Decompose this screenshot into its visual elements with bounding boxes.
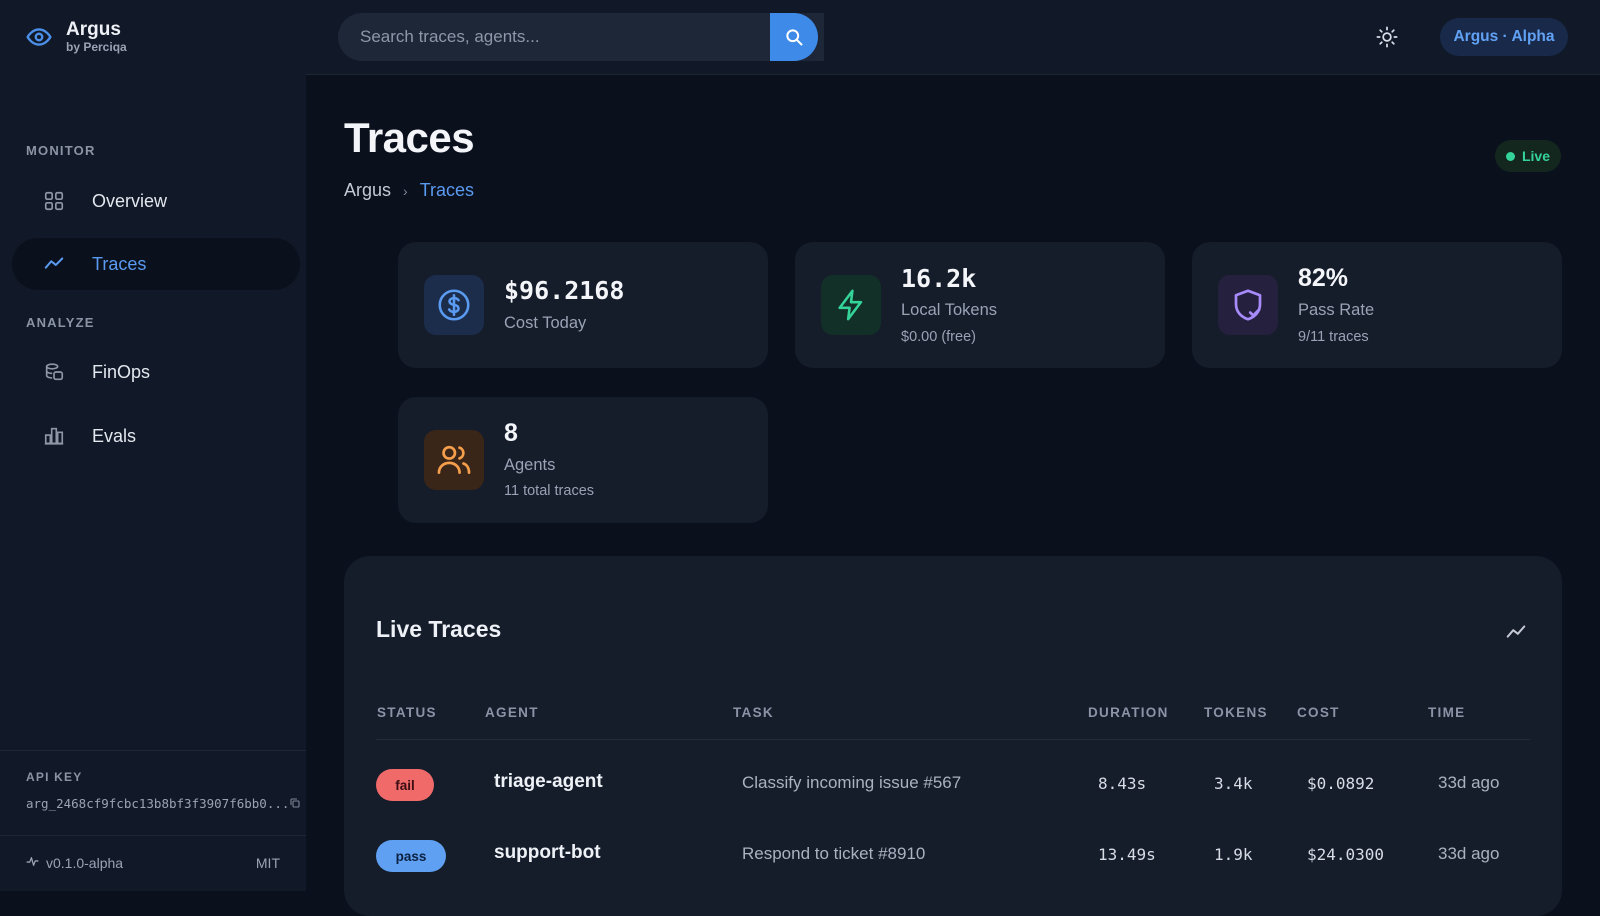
stat-sub: 9/11 traces: [1298, 329, 1369, 345]
pulse-icon: [26, 855, 39, 871]
users-icon: [424, 430, 484, 490]
column-header-time[interactable]: TIME: [1428, 705, 1465, 720]
column-header-task[interactable]: TASK: [733, 705, 774, 720]
api-key-row: arg_2468cf9fcbc13b8bf3f3907f6bb0...: [26, 796, 300, 811]
panel-title: Live Traces: [376, 616, 502, 642]
task-text: Classify incoming issue #567: [742, 773, 962, 792]
sidebar-item-finops[interactable]: FinOps: [12, 346, 300, 398]
version-label: v0.1.0-alpha: [46, 855, 124, 871]
search-box: [338, 13, 824, 61]
status-badge: pass: [376, 840, 446, 872]
live-status-badge: Live: [1495, 140, 1561, 172]
breadcrumb-current[interactable]: Traces: [420, 180, 474, 201]
time-value: 33d ago: [1438, 844, 1500, 863]
status-badge: fail: [376, 769, 434, 801]
sidebar-item-evals[interactable]: Evals: [12, 410, 300, 462]
stat-value: $96.2168: [504, 276, 625, 305]
section-label-analyze: ANALYZE: [26, 315, 95, 330]
sidebar-divider: [0, 835, 306, 836]
column-header-cost[interactable]: COST: [1297, 705, 1340, 720]
brand[interactable]: Argus by Perciqa: [26, 20, 127, 54]
tokens-value: 1.9k: [1214, 845, 1253, 864]
brand-subtitle: by Perciqa: [66, 40, 127, 54]
bar-chart-icon: [42, 424, 66, 448]
stat-sub: 11 total traces: [504, 483, 595, 499]
live-dot-icon: [1505, 151, 1515, 161]
cost-value: $0.0892: [1307, 774, 1375, 793]
dollar-icon: [424, 275, 484, 335]
column-header-status[interactable]: STATUS: [377, 705, 437, 720]
stat-card-pass-rate: 82% Pass Rate 9/11 traces: [1192, 242, 1562, 368]
sidebar-item-overview[interactable]: Overview: [12, 175, 300, 227]
top-bar: Argus · Alpha: [306, 0, 1600, 75]
table-row[interactable]: fail triage-agent Classify incoming issu…: [344, 763, 1562, 819]
stat-label: Cost Today: [504, 314, 587, 332]
chevron-right-icon: ›: [403, 182, 408, 199]
section-label-monitor: MONITOR: [26, 143, 96, 158]
breadcrumb: Argus › Traces: [344, 180, 474, 201]
stat-value: 82%: [1298, 264, 1349, 292]
shield-check-icon: [1218, 275, 1278, 335]
license-label: MIT: [255, 855, 280, 871]
breadcrumb-home[interactable]: Argus: [344, 180, 391, 201]
sidebar-item-label: Traces: [92, 253, 147, 274]
sidebar-item-label: Overview: [92, 190, 168, 211]
trend-icon: [1505, 621, 1527, 643]
sidebar-divider: [0, 750, 306, 751]
live-label: Live: [1521, 148, 1550, 164]
cost-value: $24.0300: [1307, 845, 1385, 864]
eye-icon: [26, 24, 52, 50]
search-input[interactable]: [358, 26, 802, 48]
sidebar: Argus by Perciqa MONITOR Overview Traces…: [0, 0, 306, 891]
brand-name: Argus: [66, 19, 121, 40]
stat-value: 16.2k: [901, 264, 977, 293]
stat-sub: $0.00 (free): [901, 329, 976, 345]
workspace-badge[interactable]: Argus · Alpha: [1440, 18, 1568, 56]
database-icon: [42, 360, 66, 384]
stat-value: 8: [504, 419, 518, 447]
stat-label: Local Tokens: [901, 301, 998, 319]
tokens-value: 3.4k: [1214, 774, 1253, 793]
column-header-tokens[interactable]: TOKENS: [1204, 705, 1268, 720]
sun-icon: [1376, 26, 1398, 48]
sidebar-item-label: Evals: [92, 425, 137, 446]
sidebar-item-label: FinOps: [92, 361, 151, 382]
theme-toggle-button[interactable]: [1374, 24, 1400, 50]
duration-value: 8.43s: [1098, 774, 1147, 793]
grid-icon: [42, 189, 66, 213]
agent-name[interactable]: triage-agent: [494, 771, 603, 793]
search-button[interactable]: [770, 13, 818, 61]
sidebar-footer: v0.1.0-alpha MIT: [26, 855, 280, 871]
sidebar-item-traces[interactable]: Traces: [12, 238, 300, 290]
stat-label: Pass Rate: [1298, 301, 1375, 319]
search-icon: [784, 27, 804, 47]
page-title: Traces: [344, 114, 475, 161]
live-traces-panel: Live Traces STATUS AGENT TASK DURATION T…: [344, 556, 1562, 916]
agent-name[interactable]: support-bot: [494, 842, 601, 864]
stat-card-tokens: 16.2k Local Tokens $0.00 (free): [795, 242, 1165, 368]
trend-icon: [42, 252, 66, 276]
stat-card-agents: 8 Agents 11 total traces: [398, 397, 768, 523]
api-key-label: API KEY: [26, 770, 83, 784]
table-header-divider: [376, 739, 1530, 740]
bolt-icon: [821, 275, 881, 335]
duration-value: 13.49s: [1098, 845, 1156, 864]
table-row[interactable]: pass support-bot Respond to ticket #8910…: [344, 834, 1562, 890]
column-header-agent[interactable]: AGENT: [485, 705, 539, 720]
api-key-value: arg_2468cf9fcbc13b8bf3f3907f6bb0...: [26, 796, 290, 811]
time-value: 33d ago: [1438, 773, 1500, 792]
task-text: Respond to ticket #8910: [742, 844, 926, 863]
copy-icon[interactable]: [289, 797, 301, 811]
column-header-duration[interactable]: DURATION: [1088, 705, 1169, 720]
trend-toggle-button[interactable]: [1504, 620, 1528, 644]
stat-label: Agents: [504, 456, 556, 474]
stat-card-cost: $96.2168 Cost Today: [398, 242, 768, 368]
